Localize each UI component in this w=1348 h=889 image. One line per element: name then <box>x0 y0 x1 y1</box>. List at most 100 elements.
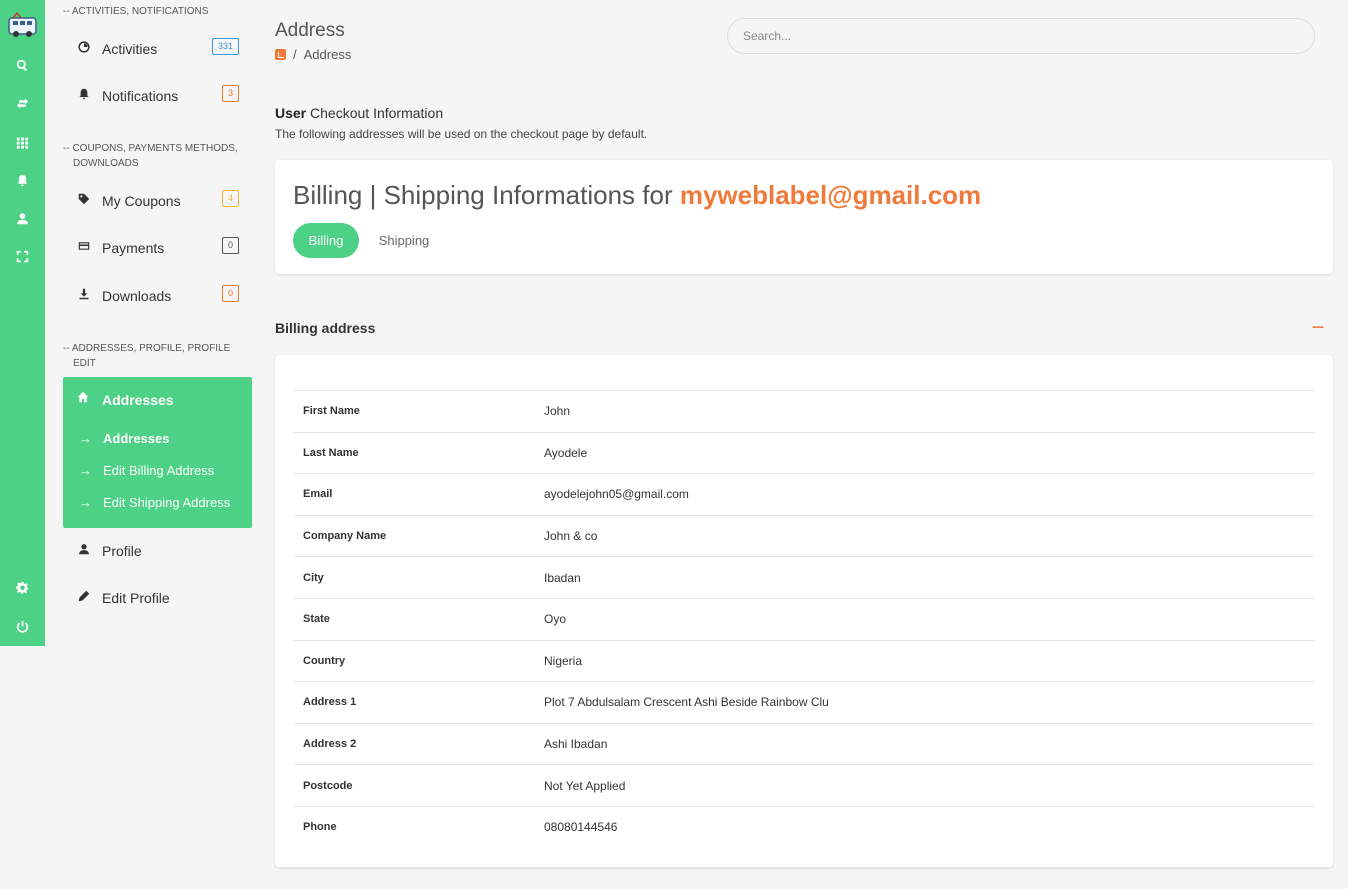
arrow-right-icon: → <box>79 431 92 446</box>
sidebar-item-profile[interactable]: Profile <box>77 536 239 566</box>
submenu-item-edit-shipping[interactable]: → Edit Shipping Address <box>79 495 230 510</box>
sidebar-item-label: Addresses <box>102 392 174 408</box>
tag-icon <box>77 192 91 206</box>
address-info-card: Billing | Shipping Informations for mywe… <box>275 160 1333 274</box>
arrow-right-icon: → <box>79 495 92 510</box>
submenu-item-label: Edit Shipping Address <box>103 495 231 510</box>
breadcrumb: / Address <box>275 47 351 62</box>
table-row: State Oyo <box>293 597 1315 640</box>
table-row: Company Name John & co <box>293 514 1315 557</box>
credit-card-icon <box>77 239 91 253</box>
submenu-item-label: Edit Billing Address <box>103 463 215 478</box>
breadcrumb-separator: / <box>293 47 297 62</box>
breadcrumb-current: Address <box>303 47 352 62</box>
bell-alert-icon <box>77 87 91 101</box>
apps-grid-icon[interactable] <box>14 134 31 151</box>
field-label: Company Name <box>303 530 387 543</box>
field-value: John & co <box>544 529 598 544</box>
field-value: Ashi Ibadan <box>544 737 608 752</box>
section-label-line: DOWNLOADS <box>73 158 139 169</box>
search-input[interactable] <box>727 18 1315 54</box>
field-label: Phone <box>303 821 337 834</box>
submenu-item-addresses[interactable]: → Addresses <box>79 431 169 446</box>
sidebar-menu: -- ACTIVITIES, NOTIFICATIONS Activities … <box>45 0 263 889</box>
power-icon[interactable] <box>14 618 31 635</box>
billing-table: First Name John Last Name Ayodele Email ayo… <box>293 390 1315 848</box>
sidebar-item-label: Downloads <box>102 288 172 304</box>
sidebar-item-activities[interactable]: Activities 331 <box>77 34 239 64</box>
sidebar-item-label: Notifications <box>102 88 179 104</box>
table-row: First Name John <box>293 390 1315 432</box>
sidebar-item-payments[interactable]: Payments 0 <box>77 233 239 263</box>
field-label: Address 1 <box>303 696 357 709</box>
submenu-item-edit-billing[interactable]: → Edit Billing Address <box>79 463 214 478</box>
download-icon <box>77 287 91 301</box>
section-label-addresses: -- ADDRESSES, PROFILE, PROFILE EDIT <box>63 341 230 371</box>
logo-icon[interactable] <box>7 12 38 38</box>
field-label: Country <box>303 654 346 667</box>
search-icon[interactable] <box>14 57 31 74</box>
table-row: Phone 08080144546 <box>293 805 1315 848</box>
card-heading-text: Billing | Shipping Informations for <box>293 180 680 210</box>
field-value: Ibadan <box>544 570 581 585</box>
count-badge: 4 <box>221 189 239 207</box>
table-row: Postcode Not Yet Applied <box>293 764 1315 806</box>
sidebar-group-addresses: Addresses → Addresses → Edit Billing Add… <box>63 377 252 528</box>
tab-billing[interactable]: Billing <box>293 223 359 258</box>
activity-icon <box>77 40 91 54</box>
user-icon[interactable] <box>14 210 31 227</box>
transfer-icon[interactable] <box>14 95 31 112</box>
field-value: Not Yet Applied <box>544 778 626 793</box>
field-label: Address 2 <box>303 738 357 751</box>
sidebar-item-label: My Coupons <box>102 193 181 209</box>
sidebar-item-label: Payments <box>102 240 165 256</box>
field-label: First Name <box>303 405 360 418</box>
section-subtitle: The following addresses will be used on … <box>275 127 648 141</box>
table-row: Address 2 Ashi Ibadan <box>293 722 1315 765</box>
sidebar-item-edit-profile[interactable]: Edit Profile <box>77 583 239 613</box>
field-value: 08080144546 <box>544 820 618 835</box>
fullscreen-icon[interactable] <box>14 248 31 265</box>
table-row: Last Name Ayodele <box>293 431 1315 474</box>
section-label-line: EDIT <box>73 358 96 369</box>
field-value: Nigeria <box>544 653 583 668</box>
table-row: Address 1 Plot 7 Abdulsalam Crescent Ashi… <box>293 681 1315 723</box>
billing-address-card: First Name John Last Name Ayodele Email ayo… <box>275 355 1333 867</box>
user-icon <box>77 542 91 556</box>
billing-address-title: Billing address <box>275 320 376 336</box>
settings-icon[interactable] <box>14 579 31 596</box>
section-label-coupons: -- COUPONS, PAYMENTS METHODS, DOWNLOADS <box>63 141 238 171</box>
count-badge: 0 <box>221 236 239 254</box>
chart-icon[interactable] <box>275 49 286 60</box>
count-badge: 3 <box>221 84 239 102</box>
submenu-item-label: Addresses <box>103 431 170 446</box>
section-heading: User Checkout Information <box>275 105 443 121</box>
count-badge: 0 <box>221 284 239 302</box>
count-badge: 331 <box>211 37 239 55</box>
page-title: Address <box>275 20 345 41</box>
table-row: City Ibadan <box>293 556 1315 598</box>
more-options-icon[interactable]: --- <box>1312 318 1324 334</box>
arrow-right-icon: → <box>79 463 92 478</box>
field-value: Ayodele <box>544 445 588 460</box>
field-label: Email <box>303 488 333 501</box>
sidebar-item-addresses[interactable]: Addresses <box>77 391 174 408</box>
field-label: State <box>303 613 330 626</box>
field-value: Plot 7 Abdulsalam Crescent Ashi Beside R… <box>544 695 829 710</box>
tab-shipping[interactable]: Shipping <box>367 223 441 258</box>
sidebar-item-coupons[interactable]: My Coupons 4 <box>77 186 239 216</box>
home-icon <box>77 391 89 403</box>
field-value: Oyo <box>544 612 567 627</box>
sidebar-item-label: Activities <box>102 41 158 57</box>
field-label: City <box>303 571 324 584</box>
bell-icon[interactable] <box>14 172 31 189</box>
field-value: John <box>544 404 571 419</box>
sidebar-item-label: Profile <box>102 543 142 559</box>
sidebar-item-notifications[interactable]: Notifications 3 <box>77 81 239 111</box>
pencil-icon <box>77 589 91 603</box>
field-label: Postcode <box>303 779 353 792</box>
sidebar-item-downloads[interactable]: Downloads 0 <box>77 281 239 311</box>
user-email: myweblabel@gmail.com <box>679 180 982 210</box>
section-label-activities: -- ACTIVITIES, NOTIFICATIONS <box>63 6 209 17</box>
field-label: Last Name <box>303 446 359 459</box>
